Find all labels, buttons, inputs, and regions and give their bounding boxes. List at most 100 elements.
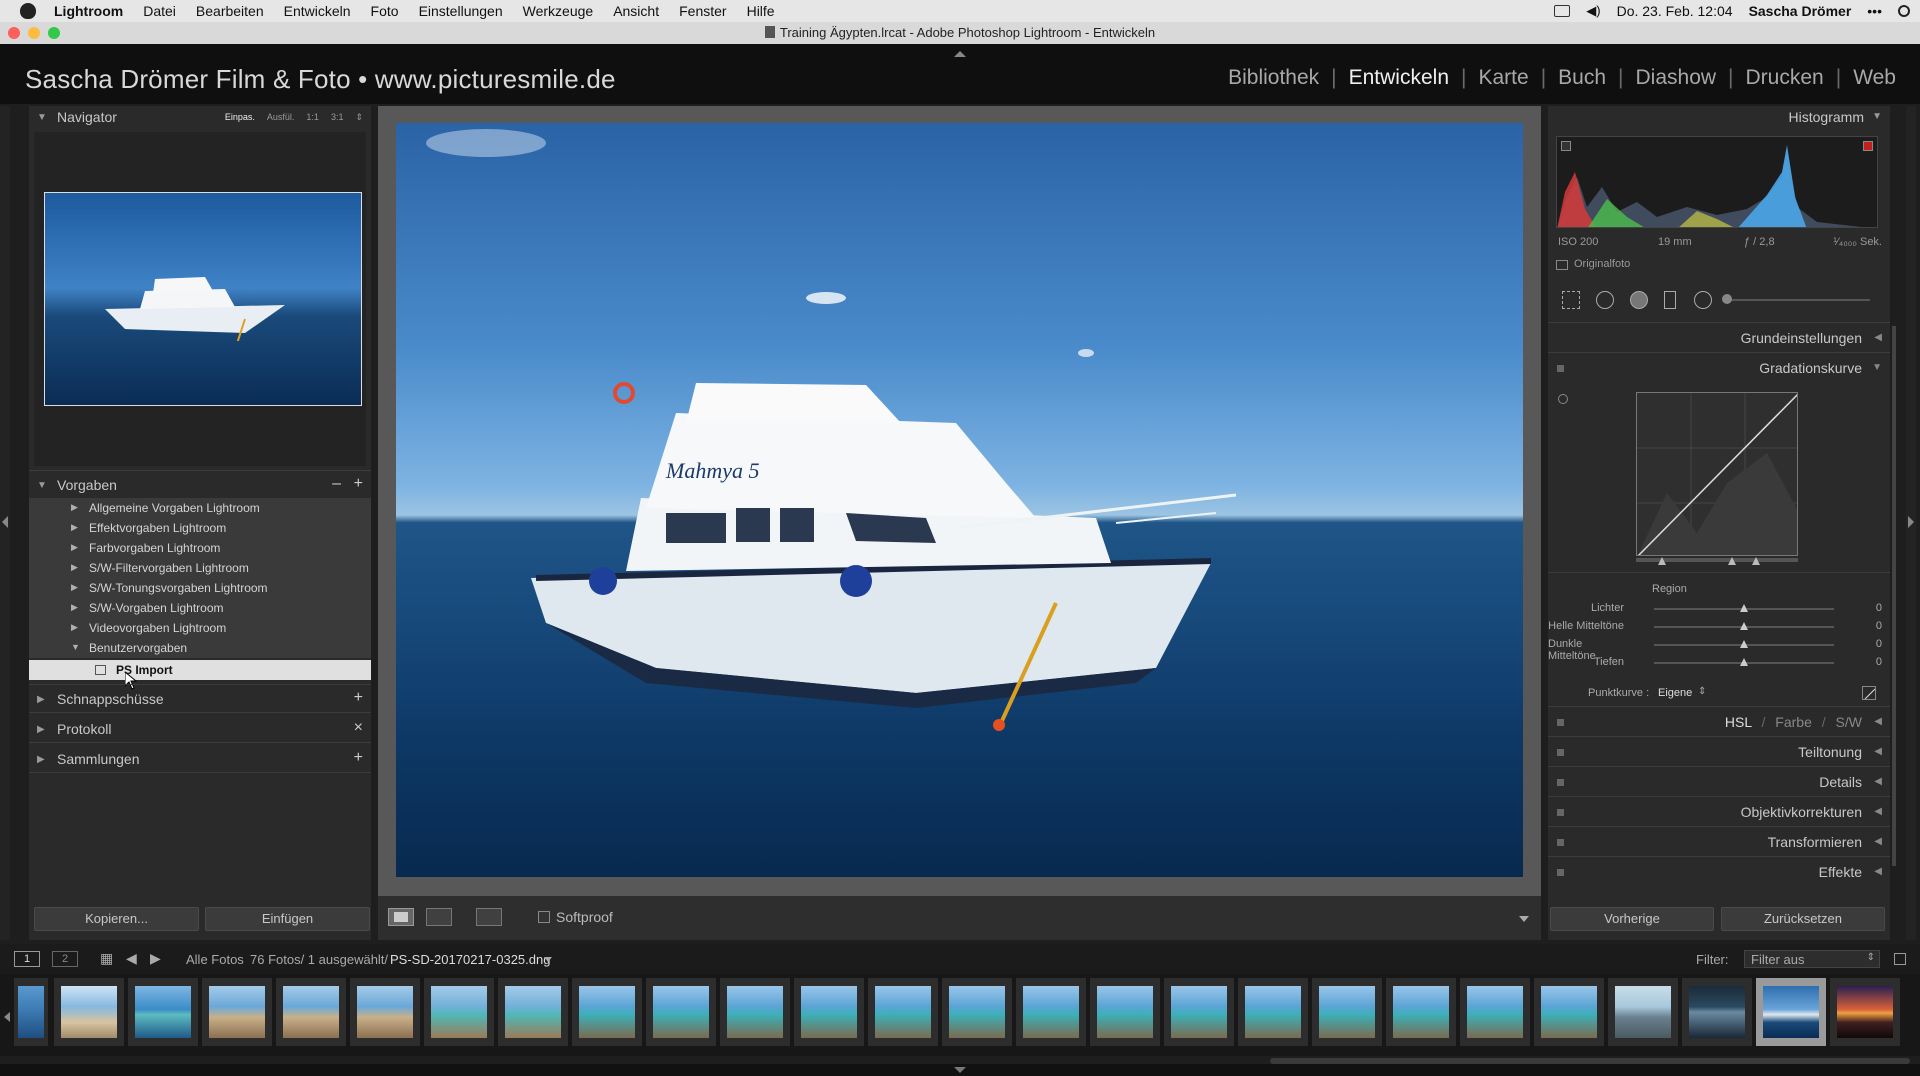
preset-folder[interactable]: ▶ S/W-Filtervorgaben Lightroom — [29, 558, 371, 578]
targeted-adjustment-icon[interactable] — [1558, 394, 1568, 404]
split-point-handle-icon[interactable] — [1752, 557, 1760, 565]
section-details-header[interactable]: Details ◀ — [1548, 766, 1890, 796]
main-photo[interactable]: Mahmya 5 — [396, 123, 1523, 877]
filmstrip-thumbnail[interactable] — [942, 978, 1012, 1046]
slider-darks[interactable]: Dunkle Mitteltöne 0 — [1548, 636, 1890, 662]
point-curve-stepper-icon[interactable]: ⇕ — [1698, 686, 1706, 697]
more-icon[interactable]: ••• — [1867, 3, 1882, 19]
filmstrip-thumbnail[interactable] — [1460, 978, 1530, 1046]
tone-curve-graph[interactable] — [1636, 392, 1798, 556]
slider-value[interactable]: 0 — [1876, 656, 1882, 668]
filmstrip-thumbnail[interactable] — [276, 978, 346, 1046]
spot-removal-tool-icon[interactable] — [1596, 291, 1614, 309]
collapse-triangle-icon[interactable]: ◀ — [1874, 866, 1882, 877]
before-after-left-right-button[interactable] — [426, 908, 452, 926]
expand-triangle-icon[interactable]: ▶ — [37, 724, 45, 735]
reset-button[interactable]: Zurücksetzen — [1721, 907, 1885, 931]
section-effects-header[interactable]: Effekte ◀ — [1548, 856, 1890, 886]
collapse-triangle-icon[interactable]: ▼ — [1872, 111, 1882, 122]
add-collection-button[interactable]: + — [354, 749, 363, 767]
preset-item-ps-import[interactable]: PS Import — [29, 660, 371, 680]
split-point-handle-icon[interactable] — [1728, 557, 1736, 565]
filmstrip-thumbnail[interactable] — [1090, 978, 1160, 1046]
zoom-3-1[interactable]: 3:1 — [331, 112, 344, 123]
tab-farbe[interactable]: Farbe — [1775, 714, 1812, 730]
preset-folder[interactable]: ▶ S/W-Vorgaben Lightroom — [29, 598, 371, 618]
highlight-clipping-icon[interactable] — [1863, 141, 1873, 151]
section-transform-header[interactable]: Transformieren ◀ — [1548, 826, 1890, 856]
menu-werkzeuge[interactable]: Werkzeuge — [523, 3, 594, 19]
module-web[interactable]: Web — [1841, 66, 1908, 90]
panel-switch-icon[interactable] — [1557, 869, 1564, 876]
expand-triangle-icon[interactable]: ▶ — [71, 582, 78, 593]
slider-value[interactable]: 0 — [1876, 602, 1882, 614]
filter-lock-icon[interactable] — [1894, 953, 1906, 965]
filmstrip-thumbnail[interactable] — [1016, 978, 1086, 1046]
right-panel-scrollbar[interactable] — [1892, 326, 1896, 866]
right-panel-toggle-icon[interactable] — [1908, 516, 1914, 528]
filmstrip-thumbnail-selected[interactable] — [1756, 978, 1826, 1046]
menu-app[interactable]: Lightroom — [54, 3, 123, 19]
navigator-thumbnail[interactable] — [44, 192, 362, 406]
expand-triangle-icon[interactable]: ▶ — [37, 754, 45, 765]
paste-settings-button[interactable]: Einfügen — [205, 907, 370, 931]
filmstrip-thumbnail[interactable] — [128, 978, 198, 1046]
adjustment-brush-icon[interactable] — [1722, 294, 1732, 304]
section-lens-corrections-header[interactable]: Objektivkorrekturen ◀ — [1548, 796, 1890, 826]
forward-arrow-icon[interactable]: ▶ — [150, 950, 161, 967]
edit-point-curve-icon[interactable] — [1862, 686, 1876, 700]
expand-triangle-icon[interactable]: ▶ — [71, 542, 78, 553]
window-2-button[interactable]: 2 — [52, 951, 78, 967]
filmstrip-thumbnail[interactable] — [202, 978, 272, 1046]
filter-select[interactable]: Filter aus ⇕ — [1744, 950, 1880, 968]
window-1-button[interactable]: 1 — [14, 951, 40, 967]
screen-record-icon[interactable] — [1554, 5, 1571, 17]
slider-value[interactable]: 0 — [1876, 620, 1882, 632]
filmstrip-thumbnail[interactable] — [1608, 978, 1678, 1046]
slider-shadows[interactable]: Tiefen 0 — [1548, 654, 1890, 672]
minimize-window-button[interactable] — [28, 27, 40, 39]
menu-entwickeln[interactable]: Entwickeln — [284, 3, 351, 19]
photo-canvas-area[interactable]: Mahmya 5 — [378, 106, 1541, 896]
collapse-triangle-icon[interactable]: ◀ — [1874, 836, 1882, 847]
filmstrip-thumbnail[interactable] — [54, 978, 124, 1046]
menu-foto[interactable]: Foto — [371, 3, 399, 19]
top-panel-toggle-icon[interactable] — [954, 44, 966, 57]
history-header[interactable]: ▶ Protokoll × — [29, 718, 371, 740]
filmstrip-thumbnail[interactable] — [646, 978, 716, 1046]
zoom-stepper-icon[interactable]: ⇕ — [355, 112, 363, 123]
close-window-button[interactable] — [8, 27, 20, 39]
filmstrip-thumbnail[interactable] — [14, 978, 48, 1046]
expanded-triangle-icon[interactable]: ▼ — [1872, 362, 1882, 373]
filmstrip-thumbnail[interactable] — [1164, 978, 1234, 1046]
filmstrip-thumbnail[interactable] — [1830, 978, 1900, 1046]
zoom-fill[interactable]: Ausfül. — [267, 112, 295, 123]
collapse-triangle-icon[interactable]: ◀ — [1874, 716, 1882, 727]
panel-switch-icon[interactable] — [1557, 365, 1564, 372]
loupe-view-button[interactable] — [388, 908, 414, 926]
navigator-header[interactable]: ▼ Navigator Einpas. Ausfül. 1:1 3:1 ⇕ — [29, 106, 371, 128]
module-karte[interactable]: Karte — [1466, 66, 1540, 90]
histogram-header[interactable]: Histogramm ▼ — [1548, 106, 1890, 128]
filmstrip-thumbnail[interactable] — [868, 978, 938, 1046]
toolbar-menu-chevron-icon[interactable] — [1519, 916, 1529, 922]
preset-folder-user[interactable]: ▼ Benutzervorgaben — [29, 638, 371, 658]
collapse-triangle-icon[interactable]: ◀ — [1874, 806, 1882, 817]
point-curve-select[interactable]: Eigene — [1658, 687, 1692, 699]
preset-folder[interactable]: ▶ Videovorgaben Lightroom — [29, 618, 371, 638]
slider-highlights[interactable]: Lichter 0 — [1548, 600, 1890, 618]
slider-value[interactable]: 0 — [1876, 638, 1882, 650]
expand-triangle-icon[interactable]: ▶ — [71, 622, 78, 633]
panel-switch-icon[interactable] — [1557, 719, 1564, 726]
filmstrip-thumbnail[interactable] — [1534, 978, 1604, 1046]
section-tone-curve-header[interactable]: Gradationskurve ▼ — [1548, 352, 1890, 382]
filmstrip-thumbnail[interactable] — [720, 978, 790, 1046]
zoom-1-1[interactable]: 1:1 — [306, 112, 319, 123]
slider-knob[interactable] — [1740, 640, 1748, 648]
panel-switch-icon[interactable] — [1557, 749, 1564, 756]
grid-view-icon[interactable]: ▦ — [100, 950, 113, 967]
left-panel-toggle-icon[interactable] — [2, 516, 8, 528]
filmstrip-thumbnail[interactable] — [350, 978, 420, 1046]
menu-einstellungen[interactable]: Einstellungen — [419, 3, 503, 19]
back-arrow-icon[interactable]: ◀ — [126, 950, 137, 967]
